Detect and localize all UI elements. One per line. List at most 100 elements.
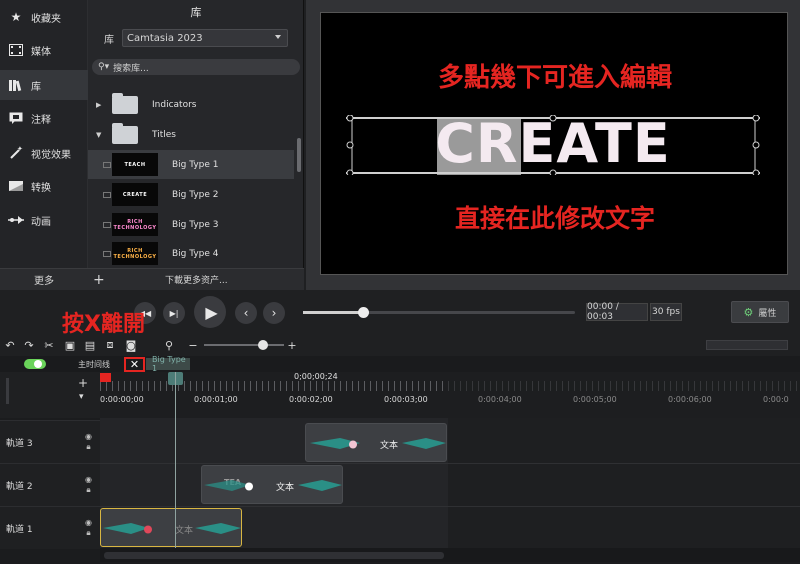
paste-icon[interactable]: ▤ (83, 338, 97, 352)
track-header-3[interactable]: 軌道 3 ◉ 🔒︎ (0, 420, 100, 463)
next-marker-button[interactable]: › (263, 302, 285, 324)
undo-icon[interactable]: ↶ (3, 338, 17, 352)
library-select-value: Camtasia 2023 (127, 32, 203, 44)
library-row-label: Big Type 1 (172, 159, 219, 170)
library-item-big-type-1[interactable]: TEACH Big Type 1 (88, 150, 294, 179)
library-row-label: Big Type 2 (172, 189, 219, 200)
library-row-label: Big Type 3 (172, 219, 219, 230)
timeline-ruler[interactable]: 0;00;00;24 0:00:00;00 0:00:01;00 0:00:02… (100, 372, 800, 418)
clip-track2[interactable]: TEA 文本 (201, 465, 343, 504)
library-select[interactable]: Camtasia 2023 (122, 29, 288, 47)
title-text-rest: EATE (518, 112, 671, 175)
library-search-input[interactable]: ⚲▾ 搜索库... (92, 59, 300, 75)
ruler-label: 0:00:0 (763, 395, 789, 404)
eye-lock-icon[interactable]: ◉ 🔒︎ (85, 432, 92, 452)
library-row-label: Indicators (152, 99, 197, 110)
track-label: 軌道 2 (6, 481, 33, 492)
search-icon[interactable]: ⚲ (162, 338, 176, 352)
tab-clip[interactable]: Big Type 1 (146, 355, 190, 373)
media-type-icon (103, 191, 111, 198)
playback-scrubber[interactable] (303, 307, 575, 318)
library-folder-titles[interactable]: ▼ Titles (88, 120, 294, 149)
magic-wand-icon: ✦ (7, 146, 25, 160)
playhead-time-label: 0;00;00;24 (294, 372, 338, 381)
marker-flag[interactable] (100, 373, 111, 382)
more-button[interactable]: 更多 (0, 268, 88, 290)
track-header-2[interactable]: 軌道 2 ◉ 🔒︎ (0, 463, 100, 506)
media-type-icon (103, 161, 111, 168)
track-header-1[interactable]: 軌道 1 ◉ 🔒︎ (0, 506, 100, 549)
play-icon: ▶ (205, 302, 218, 322)
sidebar-item-animations[interactable]: 动画 (0, 205, 88, 235)
timeline-toolbar: ↶ ↷ ✂ ▣ ▤ ⧈ ◙ ⚲ − + (0, 334, 800, 356)
collapse-tracks-icon[interactable]: ▾ (79, 392, 84, 402)
ruler-label: 0:00:05;00 (573, 395, 617, 404)
sidebar-item-library[interactable]: 库 (0, 70, 88, 100)
sidebar-item-label: 视觉效果 (31, 149, 71, 161)
sidebar-item-annotations[interactable]: 注释 (0, 103, 88, 133)
properties-label: 屬性 (758, 308, 777, 319)
chevron-left-icon: ‹ (243, 306, 249, 320)
title-text[interactable]: CREATE (346, 112, 760, 175)
scrubber-handle[interactable] (357, 307, 369, 318)
download-more-assets-link[interactable]: 下載更多资产... (165, 273, 228, 286)
sidebar-item-label: 库 (31, 81, 41, 93)
track-height-handle[interactable] (6, 378, 9, 404)
sidebar-item-visual-effects[interactable]: ✦ 视觉效果 (0, 138, 88, 168)
library-label: 库 (104, 35, 114, 46)
tab-main-timeline[interactable]: 主时间线 (78, 359, 110, 370)
keyframe-dot[interactable] (143, 524, 153, 535)
thumbnail: CREATE (112, 183, 158, 206)
ruler-ticks-inactive (448, 381, 800, 391)
library-row-label: Titles (152, 129, 176, 140)
properties-button[interactable]: ⚙ 屬性 (731, 301, 789, 323)
close-tab-button[interactable]: ✕ (124, 357, 145, 372)
track-area-empty[interactable] (448, 418, 800, 548)
add-icon[interactable]: + (93, 272, 107, 288)
eye-lock-icon[interactable]: ◉ 🔒︎ (85, 475, 92, 495)
clip-track3[interactable]: 文本 (305, 423, 447, 462)
canvas[interactable]: 多點幾下可進入編輯 CREATE 直接在此修改文字 (320, 12, 788, 275)
sidebar-item-label: 收藏夹 (31, 13, 61, 25)
folder-icon (112, 122, 138, 144)
library-item-big-type-4[interactable]: RICH TECHNOLOGY Big Type 4 (88, 239, 294, 268)
fps-display[interactable]: 30 fps (650, 303, 682, 321)
film-icon (7, 43, 25, 57)
library-item-big-type-2[interactable]: CREATE Big Type 2 (88, 180, 294, 209)
ruler-label: 0:00:02;00 (289, 395, 333, 404)
ruler-label: 0:00:03;00 (384, 395, 428, 404)
split-icon[interactable]: ⧈ (103, 338, 117, 352)
sidebar-item-transitions[interactable]: 转换 (0, 171, 88, 201)
ruler-label: 0:00:04;00 (478, 395, 522, 404)
play-button[interactable]: ▶ (194, 296, 226, 328)
zoom-handle[interactable] (258, 340, 268, 350)
clip-label: 文本 (276, 483, 295, 493)
sidebar-item-media[interactable]: 媒体 (0, 35, 88, 65)
timeline-scroll-thumb[interactable] (104, 552, 444, 559)
step-forward-button[interactable]: ▶| (163, 302, 185, 324)
clip-track1-selected[interactable]: 文本 (100, 508, 242, 547)
copy-icon[interactable]: ▣ (63, 338, 77, 352)
zoom-slider[interactable] (204, 344, 284, 346)
keyframe-dot[interactable] (244, 481, 254, 492)
tab-clip-label: Big Type 1 (152, 355, 186, 373)
add-track-icon[interactable]: + (78, 376, 88, 390)
sidebar-item-favorites[interactable]: ★ 收藏夹 (0, 2, 88, 32)
zoom-out-icon[interactable]: − (186, 338, 200, 352)
transition-icon (7, 179, 25, 193)
preview-panel: 多點幾下可進入編輯 CREATE 直接在此修改文字 (306, 0, 800, 290)
previous-marker-button[interactable]: ‹ (235, 302, 257, 324)
library-icon (7, 78, 25, 92)
animation-out-arrow (298, 480, 342, 491)
library-item-big-type-3[interactable]: RICH TECHNOLOGY Big Type 3 (88, 210, 294, 239)
keyframe-dot[interactable] (348, 439, 358, 450)
eye-lock-icon[interactable]: ◉ 🔒︎ (85, 518, 92, 538)
cut-icon[interactable]: ✂ (42, 338, 56, 352)
redo-icon[interactable]: ↷ (22, 338, 36, 352)
library-scrollbar[interactable] (297, 138, 301, 172)
playhead-line[interactable] (175, 372, 176, 548)
library-row-label: Big Type 4 (172, 248, 219, 259)
zoom-in-icon[interactable]: + (285, 338, 299, 352)
library-folder-indicators[interactable]: ▶ Indicators (88, 90, 294, 119)
camera-icon[interactable]: ◙ (124, 338, 138, 352)
